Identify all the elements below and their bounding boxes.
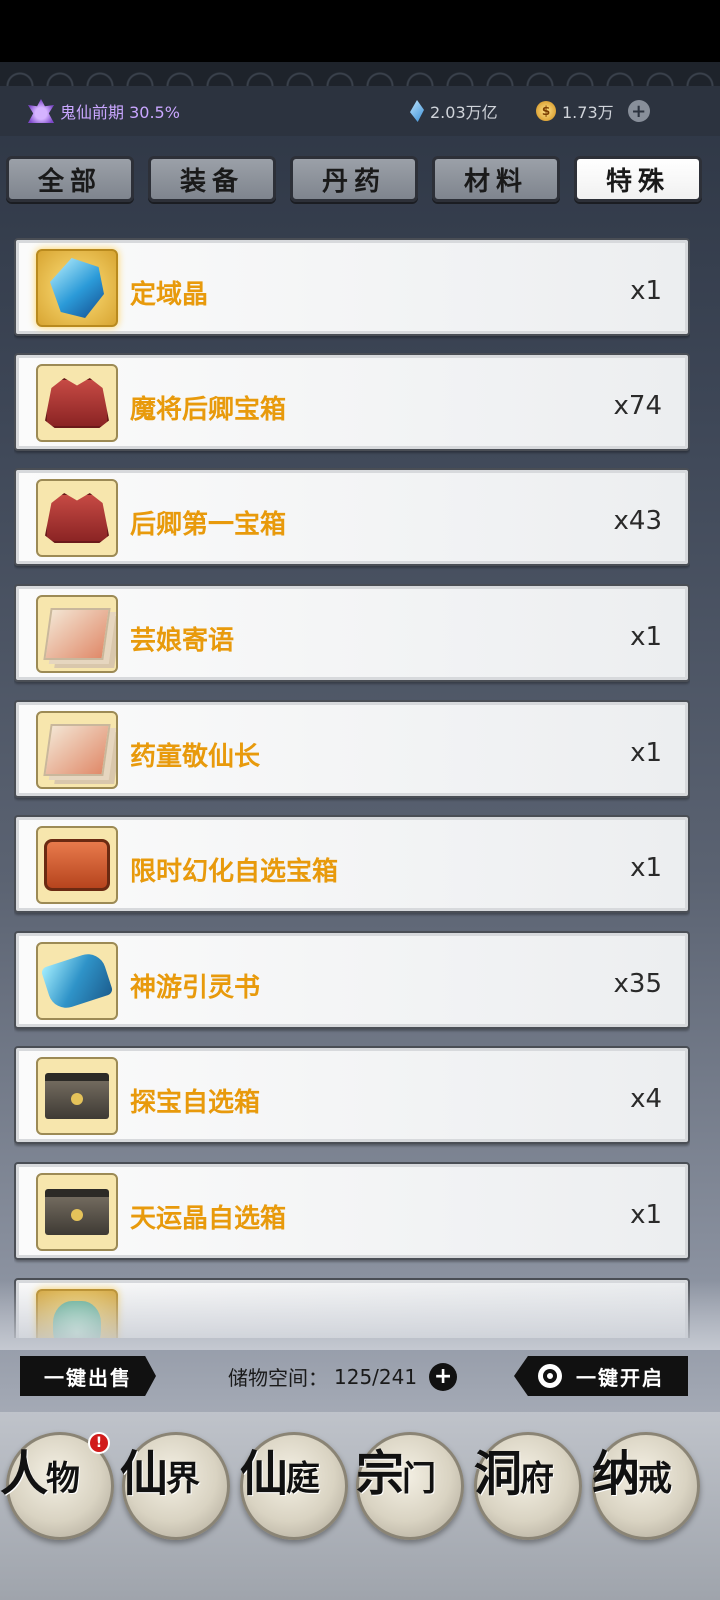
red-chest-icon — [45, 378, 109, 428]
item-name: 芸娘寄语 — [130, 626, 235, 656]
item-count: x74 — [613, 391, 662, 421]
nav-sect-label: 宗门 — [356, 1446, 437, 1502]
item-list: 定域晶 x1 魔将后卿宝箱 x74 后卿第一宝箱 x43 芸娘寄语 x1 药童敬… — [14, 238, 690, 1338]
list-item[interactable]: 定域晶 x1 — [14, 238, 690, 336]
item-icon-frame — [36, 826, 118, 904]
list-item[interactable]: 探宝自选箱 x4 — [14, 1046, 690, 1144]
gold-counter: $ 1.73万 + — [536, 99, 650, 123]
dark-box-icon — [45, 1189, 109, 1235]
item-count: x1 — [630, 622, 662, 652]
decorative-cloud-border — [0, 62, 720, 86]
item-name: 魔将后卿宝箱 — [130, 395, 287, 425]
item-icon-frame — [36, 364, 118, 442]
realm-label: 鬼仙前期 30.5% — [60, 103, 180, 122]
item-name: 天运晶自选箱 — [130, 1204, 287, 1234]
item-count: x1 — [630, 853, 662, 883]
list-item[interactable]: 魔将后卿宝箱 x74 — [14, 353, 690, 451]
gold-value: 1.73万 — [562, 103, 614, 122]
item-count: x1 — [630, 1200, 662, 1230]
player-status-bar: 鬼仙前期 30.5% 2.03万亿 $ 1.73万 + — [0, 86, 720, 136]
storage-capacity: 储物空间： 125/241 + — [228, 1362, 458, 1391]
item-icon-frame — [36, 942, 118, 1020]
item-name: 限时幻化自选宝箱 — [130, 857, 339, 887]
spirit-stone-value: 2.03万亿 — [430, 103, 498, 122]
realm-icon — [28, 99, 54, 123]
item-icon-frame — [36, 249, 118, 327]
nav-immortal-realm-label: 仙界 — [120, 1446, 201, 1502]
item-icon-frame — [36, 1173, 118, 1251]
tab-all[interactable]: 全部 — [6, 156, 134, 202]
tab-special[interactable]: 特殊 — [574, 156, 702, 202]
item-icon-frame — [36, 1057, 118, 1135]
item-count: x43 — [613, 506, 662, 536]
item-count: x1 — [630, 738, 662, 768]
spirit-stone-icon — [410, 100, 424, 122]
item-icon-frame — [36, 711, 118, 789]
item-name: 神游引灵书 — [130, 973, 261, 1003]
storage-value: 125/241 — [334, 1364, 418, 1389]
tab-materials[interactable]: 材料 — [432, 156, 560, 202]
system-status-bar — [0, 0, 720, 62]
nav-cave-label: 洞府 — [474, 1446, 555, 1502]
gold-coin-icon: $ — [536, 101, 556, 121]
nav-storage-ring-label: 纳戒 — [592, 1446, 673, 1502]
list-item[interactable]: 后卿第一宝箱 x43 — [14, 468, 690, 566]
tab-equipment[interactable]: 装备 — [148, 156, 276, 202]
letter-cards-icon — [43, 724, 111, 776]
open-all-button[interactable]: 一键开启 — [514, 1356, 688, 1396]
item-count: x35 — [613, 969, 662, 999]
gear-icon — [538, 1364, 562, 1388]
item-name: 后卿第一宝箱 — [130, 510, 287, 540]
spirit-stone-counter: 2.03万亿 — [410, 99, 498, 123]
dark-box-icon — [45, 1073, 109, 1119]
expand-storage-button[interactable]: + — [429, 1362, 458, 1391]
item-icon-frame — [36, 479, 118, 557]
item-name: 药童敬仙长 — [130, 742, 261, 772]
item-count: x4 — [630, 1084, 662, 1114]
item-count: x1 — [630, 276, 662, 306]
list-item[interactable]: 药童敬仙长 x1 — [14, 700, 690, 798]
blue-scroll-icon — [40, 949, 114, 1013]
nav-immortal-court-label: 仙庭 — [240, 1446, 321, 1502]
list-item[interactable]: 神游引灵书 x35 — [14, 931, 690, 1029]
tab-pills[interactable]: 丹药 — [290, 156, 418, 202]
item-icon-frame — [36, 595, 118, 673]
main-navigation: 人物 ! 仙界 仙庭 宗门 洞府 纳戒 — [0, 1412, 720, 1600]
list-item[interactable]: 芸娘寄语 x1 — [14, 584, 690, 682]
item-name: 定域晶 — [130, 280, 209, 310]
notification-badge: ! — [88, 1432, 110, 1454]
open-all-label: 一键开启 — [576, 1365, 664, 1390]
item-name: 探宝自选箱 — [130, 1088, 261, 1118]
add-gold-button[interactable]: + — [627, 100, 650, 122]
orange-chest-icon — [44, 839, 110, 891]
storage-label: 储物空间： — [228, 1366, 328, 1390]
inventory-tabs: 全部 装备 丹药 材料 特殊 — [0, 156, 720, 208]
red-chest-icon — [45, 493, 109, 543]
list-fade-overlay — [0, 1280, 720, 1350]
sell-all-button[interactable]: 一键出售 — [20, 1356, 156, 1396]
crystal-icon — [50, 258, 104, 318]
cultivation-realm[interactable]: 鬼仙前期 30.5% — [28, 99, 180, 123]
inventory-action-bar: 一键出售 储物空间： 125/241 + 一键开启 — [0, 1346, 720, 1406]
letter-cards-icon — [43, 608, 111, 660]
list-item[interactable]: 限时幻化自选宝箱 x1 — [14, 815, 690, 913]
list-item[interactable]: 天运晶自选箱 x1 — [14, 1162, 690, 1260]
